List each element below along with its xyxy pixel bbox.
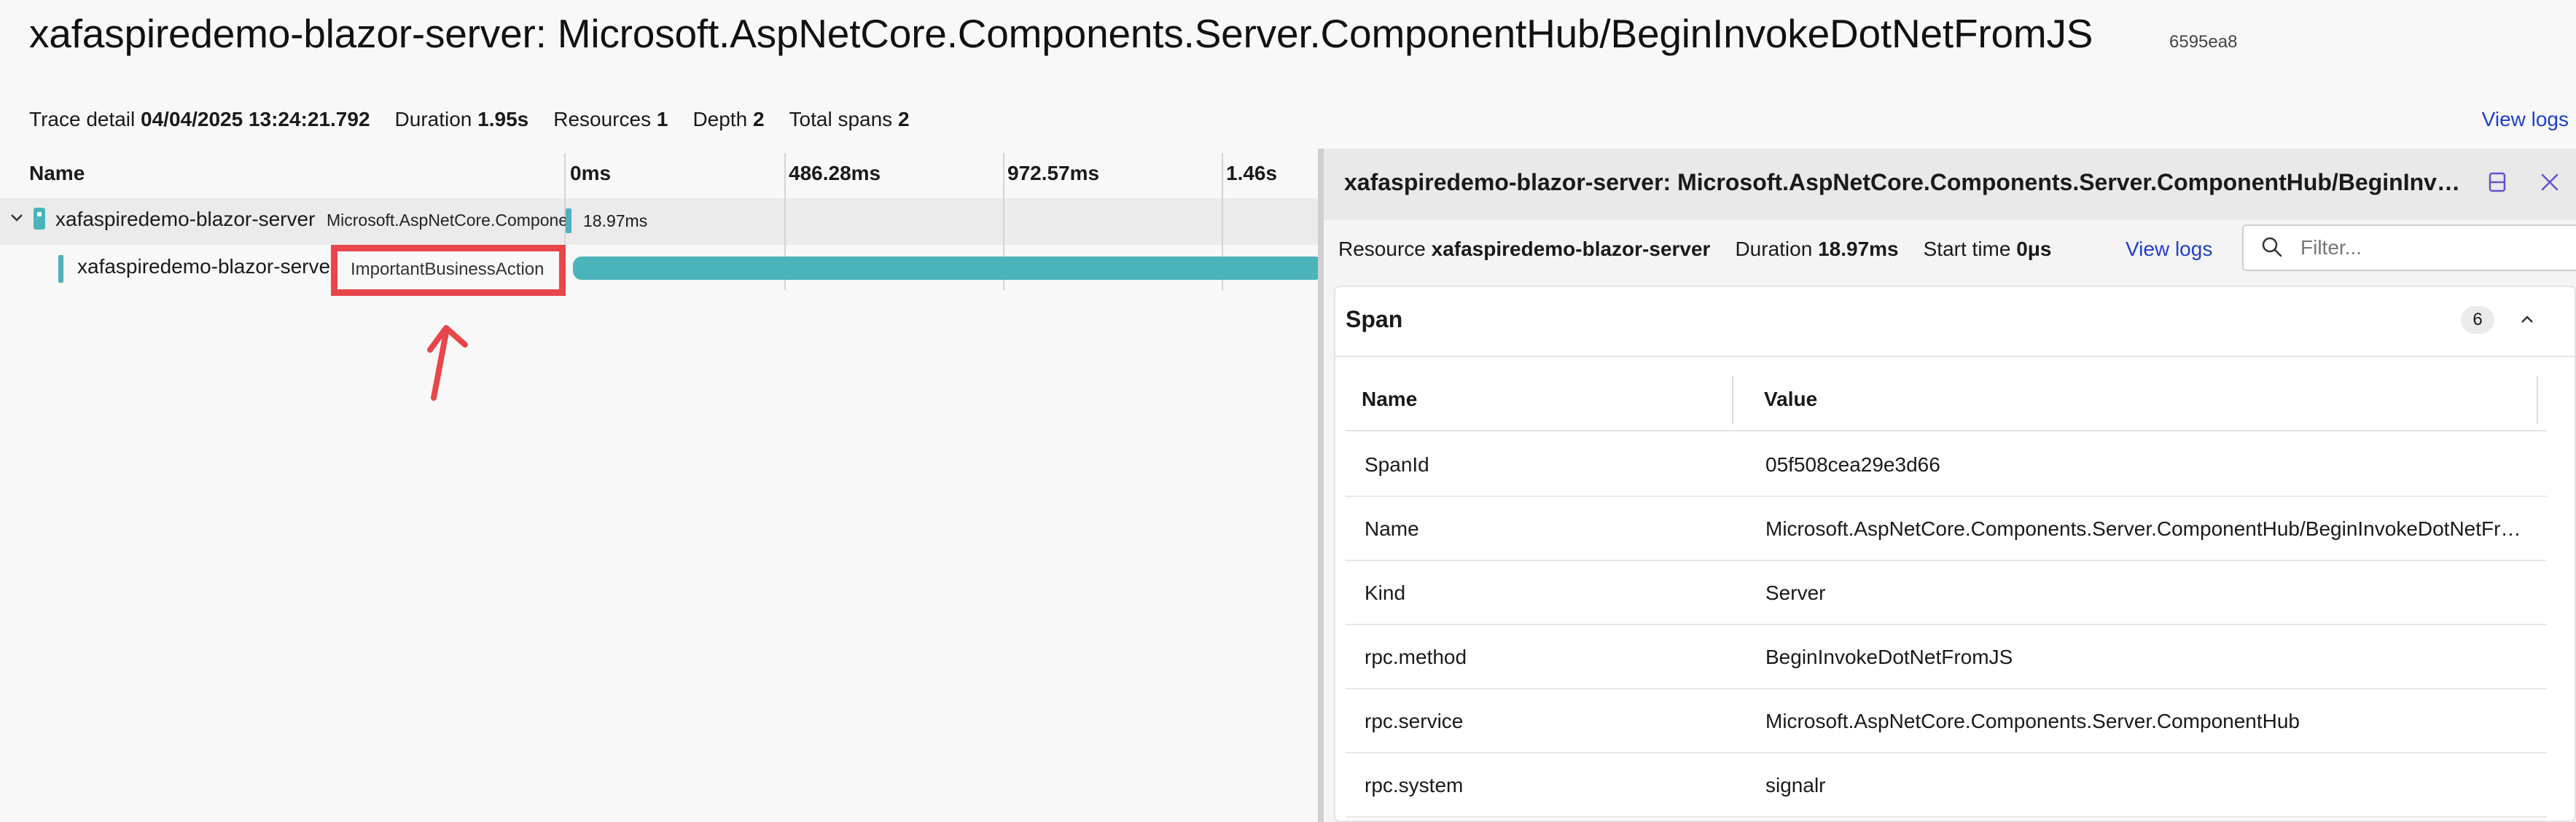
span-section-title: Span <box>1346 306 1403 332</box>
span-name: Microsoft.AspNetCore.Components.Server.C… <box>327 211 567 230</box>
view-logs-link[interactable]: View logs <box>2482 108 2569 131</box>
column-resize-handle[interactable] <box>2537 376 2538 424</box>
resources-label: Resources <box>553 108 652 130</box>
detail-meta: Resource xafaspiredemo-blazor-server Dur… <box>1338 238 2077 261</box>
detail-duration-label: Duration <box>1735 238 1813 260</box>
total-spans-value: 2 <box>897 108 910 130</box>
attributes-table-header <box>1346 373 2547 431</box>
depth-summary: Depth 2 <box>692 108 764 131</box>
attribute-value: Microsoft.AspNetCore.Components.Server.C… <box>1765 710 2300 732</box>
attribute-name: rpc.system <box>1365 774 1464 796</box>
attribute-name: rpc.service <box>1365 710 1464 732</box>
trace-detail-label: Trace detail <box>29 108 136 130</box>
attribute-name: SpanId <box>1365 453 1429 476</box>
duration-value: 1.95s <box>477 108 529 130</box>
detail-duration-value: 18.97ms <box>1818 238 1899 260</box>
attribute-value: Microsoft.AspNetCore.Components.Server.C… <box>1765 517 2531 540</box>
resources-summary: Resources 1 <box>553 108 668 131</box>
tick-label: 972.57ms <box>1007 162 1100 184</box>
attribute-name: rpc.method <box>1365 646 1467 668</box>
attribute-value: signalr <box>1765 774 1826 796</box>
table-row[interactable]: Kind Server <box>1346 561 2547 625</box>
table-row[interactable]: Name Microsoft.AspNetCore.Components.Ser… <box>1346 497 2547 561</box>
attribute-name: Name <box>1365 517 1419 540</box>
total-spans-summary: Total spans 2 <box>789 108 910 131</box>
span-count-badge: 6 <box>2461 306 2494 334</box>
detail-duration: Duration 18.97ms <box>1735 238 1898 261</box>
chevron-up-icon[interactable] <box>2516 309 2538 331</box>
span-duration-label: 18.97ms <box>583 211 648 230</box>
span-duration-bar[interactable] <box>573 257 1324 280</box>
detail-title: xafaspiredemo-blazor-server: Microsoft.A… <box>1344 169 2474 195</box>
span-resource-name: xafaspiredemo-blazor-server <box>77 255 332 278</box>
detail-start-time: Start time 0μs <box>1924 238 2052 261</box>
column-resize-handle[interactable] <box>1732 376 1733 424</box>
total-spans-label: Total spans <box>789 108 893 130</box>
span-resource-name: xafaspiredemo-blazor-server <box>55 208 316 230</box>
trace-detail-summary: Trace detail 04/04/2025 13:24:21.792 <box>29 108 370 131</box>
resources-value: 1 <box>656 108 668 130</box>
annotation-arrow-icon <box>427 325 468 401</box>
detail-resource-label: Resource <box>1338 238 1426 260</box>
depth-label: Depth <box>692 108 748 130</box>
trace-id: 6595ea8 <box>2169 32 2238 52</box>
detail-view-logs-link[interactable]: View logs <box>2126 238 2212 261</box>
trace-grid-header <box>0 153 1318 198</box>
detail-resource-value: xafaspiredemo-blazor-server <box>1431 238 1711 260</box>
span-duration-bar[interactable] <box>566 208 571 233</box>
attribute-value: 05f508cea29e3d66 <box>1765 453 1940 476</box>
dock-toggle-icon[interactable] <box>2486 171 2509 194</box>
tick-label: 486.28ms <box>789 162 881 184</box>
filter-input[interactable] <box>2300 232 2570 264</box>
name-column-header: Name <box>1362 388 1418 410</box>
span-section-header[interactable] <box>1335 287 2575 357</box>
name-column-header: Name <box>29 162 85 184</box>
duration-summary: Duration 1.95s <box>395 108 529 131</box>
tick-label: 0ms <box>570 162 612 184</box>
duration-label: Duration <box>394 108 472 130</box>
page-title: xafaspiredemo-blazor-server: Microsoft.A… <box>29 11 2093 56</box>
attribute-value: Server <box>1765 582 1826 604</box>
table-row[interactable]: rpc.method BeginInvokeDotNetFromJS <box>1346 625 2547 689</box>
search-icon <box>2262 237 2282 257</box>
span-name-clip: Microsoft.AspNetCore.Components.Server.C… <box>327 211 567 230</box>
trace-summary: Trace detail 04/04/2025 13:24:21.792 Dur… <box>29 108 934 131</box>
detail-resource: Resource xafaspiredemo-blazor-server <box>1338 238 1710 261</box>
attribute-value: BeginInvokeDotNetFromJS <box>1765 646 2013 668</box>
table-row[interactable]: SpanId 05f508cea29e3d66 <box>1346 433 2547 497</box>
table-row[interactable]: rpc.service Microsoft.AspNetCore.Compone… <box>1346 689 2547 754</box>
span-resource-clip: xafaspiredemo-blazor-server <box>77 255 332 278</box>
resource-color-icon <box>34 208 45 230</box>
panel-splitter[interactable] <box>1318 149 1324 822</box>
detail-start-time-label: Start time <box>1923 238 2011 260</box>
tick-label: 1.46s <box>1226 162 1278 184</box>
depth-value: 2 <box>752 108 765 130</box>
close-icon[interactable] <box>2538 171 2561 194</box>
span-name: ImportantBusinessAction <box>351 259 545 279</box>
chevron-down-icon[interactable] <box>9 210 25 226</box>
attribute-name: Kind <box>1365 582 1406 604</box>
trace-detail-value: 04/04/2025 13:24:21.792 <box>141 108 370 130</box>
table-row[interactable]: rpc.system signalr <box>1346 754 2547 818</box>
detail-start-time-value: 0μs <box>2016 238 2052 260</box>
value-column-header: Value <box>1764 388 1818 410</box>
resource-color-indicator <box>58 255 63 283</box>
